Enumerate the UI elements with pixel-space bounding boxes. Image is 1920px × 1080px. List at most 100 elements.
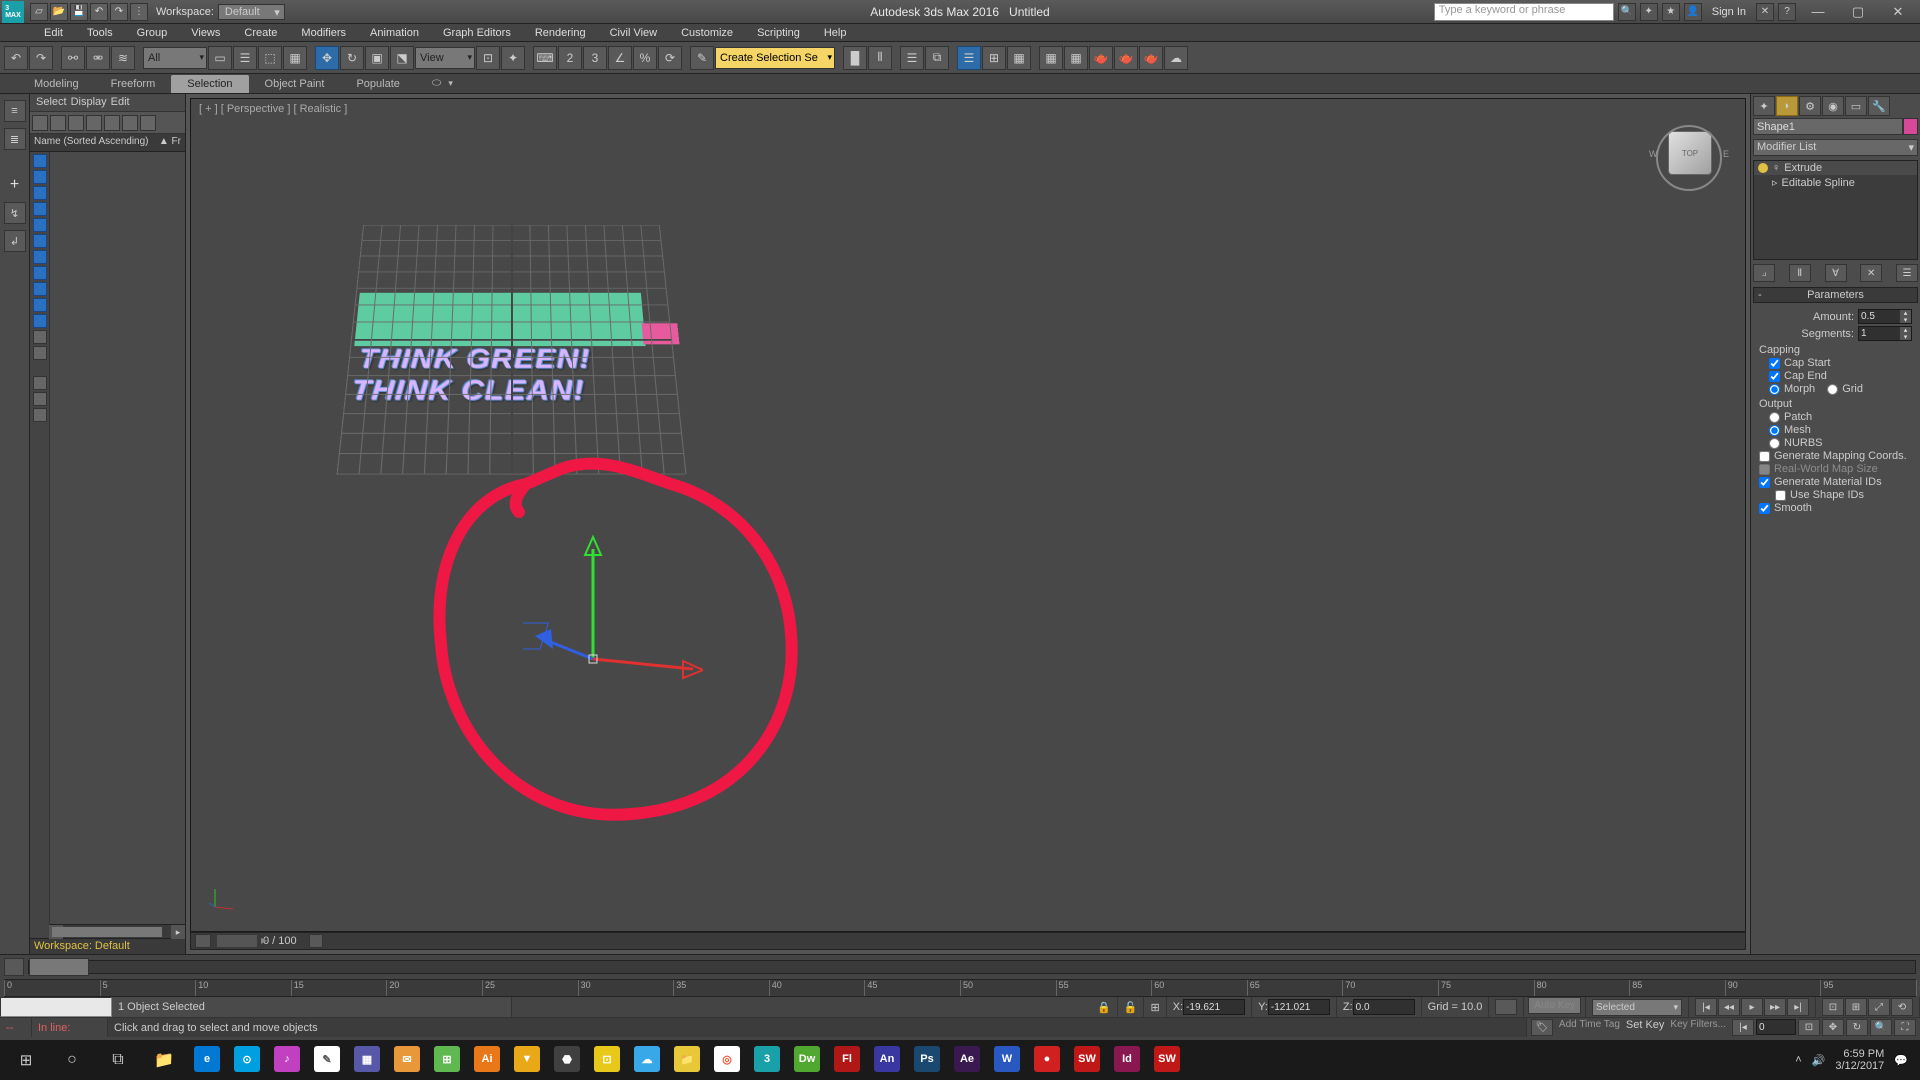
taskbar-app[interactable]: ◎ xyxy=(708,1043,746,1077)
play-button[interactable]: ▸ xyxy=(1741,998,1763,1016)
taskbar-app[interactable]: Dw xyxy=(788,1043,826,1077)
search-icon[interactable]: 🔍 xyxy=(1618,3,1636,21)
filter-icon[interactable] xyxy=(33,392,47,406)
curve-editor-button[interactable]: ☰ xyxy=(957,46,981,70)
menu-graph-editors[interactable]: Graph Editors xyxy=(431,25,523,41)
se-tool[interactable] xyxy=(86,115,102,131)
redo-icon[interactable]: ↷ xyxy=(110,3,128,21)
se-menu-select[interactable]: Select xyxy=(36,96,67,109)
taskbar-app[interactable]: 📁 xyxy=(668,1043,706,1077)
maximize-button[interactable]: ▢ xyxy=(1840,1,1876,23)
link-button[interactable]: ⚯ xyxy=(61,46,85,70)
snap-2d-button[interactable]: 2 xyxy=(558,46,582,70)
taskbar-app[interactable]: ⊞ xyxy=(428,1043,466,1077)
z-coord-input[interactable] xyxy=(1353,999,1415,1015)
scale-button[interactable]: ▣ xyxy=(365,46,389,70)
gen-map-checkbox[interactable] xyxy=(1759,451,1770,462)
viewport-nav-button[interactable]: 🔍 xyxy=(1870,1019,1892,1036)
project-icon[interactable]: ⋮ xyxy=(130,3,148,21)
workspace-dropdown[interactable]: Default xyxy=(218,4,285,20)
material-editor-button[interactable]: ▦ xyxy=(1007,46,1031,70)
ref-coord-dropdown[interactable]: View xyxy=(415,47,475,69)
object-name-input[interactable] xyxy=(1753,118,1903,135)
close-button[interactable]: ✕ xyxy=(1880,1,1916,23)
key-filters-link[interactable]: Key Filters... xyxy=(1666,1019,1730,1036)
key-prev-button[interactable]: |◂ xyxy=(1732,1019,1754,1036)
select-object-button[interactable]: ▭ xyxy=(208,46,232,70)
morph-radio[interactable] xyxy=(1769,384,1780,395)
config-mod-button[interactable]: ☰ xyxy=(1896,264,1918,282)
render-online-button[interactable]: ☁ xyxy=(1164,46,1188,70)
mirror-button[interactable]: ▐▌ xyxy=(843,46,867,70)
subscription-icon[interactable]: ✦ xyxy=(1640,3,1658,21)
se-tool[interactable] xyxy=(32,115,48,131)
key-mode-button[interactable] xyxy=(1495,999,1517,1015)
timeline-config-button[interactable] xyxy=(4,958,24,976)
display-tab[interactable]: ▭ xyxy=(1845,96,1867,116)
show-result-button[interactable]: Ⅱ xyxy=(1789,264,1811,282)
taskbar-app[interactable]: An xyxy=(868,1043,906,1077)
filter-frozen-icon[interactable] xyxy=(33,314,47,328)
viewport-nav-button[interactable]: ⊞ xyxy=(1845,998,1867,1016)
se-menu-edit[interactable]: Edit xyxy=(111,96,130,109)
dock-icon[interactable]: ≣ xyxy=(4,128,26,150)
exchange-icon[interactable]: ✕ xyxy=(1756,3,1774,21)
motion-tab[interactable]: ◉ xyxy=(1822,96,1844,116)
render-frame-button[interactable]: ▦ xyxy=(1064,46,1088,70)
auto-key-button[interactable]: Auto Key xyxy=(1528,997,1581,1014)
nurbs-radio[interactable] xyxy=(1769,438,1780,449)
grid-radio[interactable] xyxy=(1827,384,1838,395)
maxscript-mini[interactable] xyxy=(0,997,112,1017)
cap-end-checkbox[interactable] xyxy=(1769,371,1780,382)
selection-filter-dropdown[interactable]: All xyxy=(143,47,207,69)
remove-mod-button[interactable]: ✕ xyxy=(1860,264,1882,282)
se-tool[interactable] xyxy=(140,115,156,131)
se-tool[interactable] xyxy=(68,115,84,131)
gen-mat-checkbox[interactable] xyxy=(1759,477,1770,488)
taskbar-app[interactable]: SW xyxy=(1068,1043,1106,1077)
tray-chevron-icon[interactable]: ˄ xyxy=(1795,1054,1801,1066)
menu-scripting[interactable]: Scripting xyxy=(745,25,812,41)
percent-snap-button[interactable]: % xyxy=(633,46,657,70)
menu-modifiers[interactable]: Modifiers xyxy=(289,25,358,41)
mesh-radio[interactable] xyxy=(1769,425,1780,436)
filter-camera-icon[interactable] xyxy=(33,202,47,216)
taskbar-app[interactable]: W xyxy=(988,1043,1026,1077)
filter-icon[interactable] xyxy=(33,408,47,422)
filter-helper-icon[interactable] xyxy=(33,218,47,232)
taskbar-app[interactable]: e xyxy=(188,1043,226,1077)
render-setup-button[interactable]: ▦ xyxy=(1039,46,1063,70)
ribbon-expand-button[interactable]: ⬭ ▾ xyxy=(416,74,469,93)
menu-civil-view[interactable]: Civil View xyxy=(598,25,669,41)
spinner-snap-button[interactable]: ⟳ xyxy=(658,46,682,70)
filter-icon[interactable] xyxy=(33,376,47,390)
undo-icon[interactable]: ↶ xyxy=(90,3,108,21)
snap-3d-button[interactable]: 3 xyxy=(583,46,607,70)
dock-icon[interactable]: ↯ xyxy=(4,202,26,224)
minimize-button[interactable]: — xyxy=(1800,1,1836,23)
redo-button[interactable]: ↷ xyxy=(29,46,53,70)
time-config-button[interactable]: ⊡ xyxy=(1798,1019,1820,1036)
viewport-nav-button[interactable]: ⟲ xyxy=(1891,998,1913,1016)
pin-stack-button[interactable]: ⟓ xyxy=(1753,264,1775,282)
system-clock[interactable]: 6:59 PM 3/12/2017 xyxy=(1835,1048,1884,1072)
bind-button[interactable]: ≋ xyxy=(111,46,135,70)
key-filter-dropdown[interactable]: Selected xyxy=(1592,999,1682,1016)
open-icon[interactable]: 📂 xyxy=(50,3,68,21)
ribbon-tab-object paint[interactable]: Object Paint xyxy=(249,75,341,93)
scrollbar-thumb[interactable] xyxy=(52,927,162,937)
time-ruler[interactable]: 0510152025303540455055606570758085909510… xyxy=(4,979,1916,997)
viewport-label[interactable]: [ + ] [ Perspective ] [ Realistic ] xyxy=(199,103,347,115)
segments-spinner[interactable]: 1▴▾ xyxy=(1858,326,1912,341)
menu-group[interactable]: Group xyxy=(125,25,180,41)
prev-frame-button[interactable]: ◂◂ xyxy=(1718,998,1740,1016)
filter-container-icon[interactable] xyxy=(33,298,47,312)
favorites-icon[interactable]: ★ xyxy=(1662,3,1680,21)
amount-spinner[interactable]: 0.5▴▾ xyxy=(1858,309,1912,324)
filter-icon[interactable] xyxy=(33,346,47,360)
current-frame-input[interactable] xyxy=(1756,1019,1796,1035)
align-button[interactable]: ⫴ xyxy=(868,46,892,70)
x-coord-input[interactable] xyxy=(1183,999,1245,1015)
menu-rendering[interactable]: Rendering xyxy=(523,25,598,41)
taskbar-app[interactable]: ⬣ xyxy=(548,1043,586,1077)
